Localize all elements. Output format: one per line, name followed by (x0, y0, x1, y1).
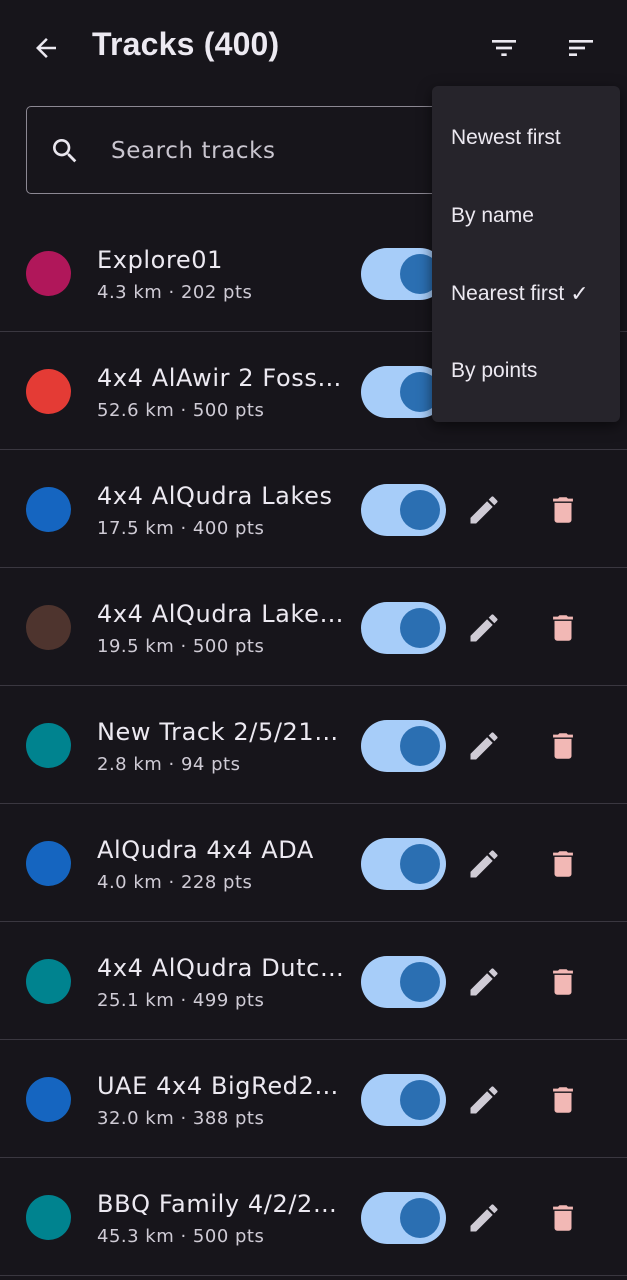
track-color-dot (26, 1077, 71, 1122)
filter-button[interactable] (484, 30, 524, 66)
track-row[interactable]: UAE 4x4 BigRed2… 32.0 km · 388 pts (0, 1040, 627, 1158)
track-name: 4x4 AlQudra Dutc… (97, 954, 342, 982)
track-row[interactable]: BBQ Family 4/2/2… 45.3 km · 500 pts (0, 1158, 627, 1276)
search-input[interactable] (109, 133, 433, 169)
page-title: Tracks (400) (92, 26, 280, 62)
delete-button[interactable] (546, 610, 580, 646)
check-icon: ✓ (570, 281, 589, 306)
trash-icon (553, 969, 573, 995)
edit-button[interactable] (466, 610, 502, 646)
menu-item-label: Newest first (451, 126, 561, 149)
menu-item-by-name[interactable]: By name (432, 186, 620, 246)
toggle-knob (400, 490, 440, 530)
trash-icon (553, 497, 573, 523)
delete-button[interactable] (546, 846, 580, 882)
sort-icon (569, 40, 593, 56)
track-color-dot (26, 959, 71, 1004)
visibility-toggle[interactable] (361, 602, 446, 654)
trash-icon (553, 1087, 573, 1113)
delete-button[interactable] (546, 1200, 580, 1236)
track-color-dot (26, 369, 71, 414)
track-name: 4x4 AlQudra Lake… (97, 600, 342, 628)
track-name: UAE 4x4 BigRed2… (97, 1072, 339, 1100)
trash-icon (553, 615, 573, 641)
delete-button[interactable] (546, 964, 580, 1000)
track-meta: 32.0 km · 388 pts (97, 1108, 265, 1129)
search-icon (53, 139, 77, 163)
track-row[interactable]: AlQudra 4x4 ADA 4.0 km · 228 pts (0, 804, 627, 922)
track-row[interactable]: 4x4 AlQudra Lakes 17.5 km · 400 pts (0, 450, 627, 568)
pencil-icon (470, 1204, 498, 1232)
pencil-icon (470, 1086, 498, 1114)
track-name: 4x4 AlAwir 2 Foss… (97, 364, 342, 392)
toggle-knob (400, 844, 440, 884)
delete-button[interactable] (546, 492, 580, 528)
track-name: Explore01 (97, 246, 223, 274)
back-button[interactable] (26, 28, 66, 68)
trash-icon (553, 733, 573, 759)
toggle-knob (400, 726, 440, 766)
track-meta: 4.0 km · 228 pts (97, 872, 253, 893)
visibility-toggle[interactable] (361, 720, 446, 772)
track-meta: 52.6 km · 500 pts (97, 400, 265, 421)
sort-menu: Newest first By name Nearest first ✓ By … (432, 86, 620, 422)
track-row[interactable]: New Track 2/5/21… 2.8 km · 94 pts (0, 686, 627, 804)
track-color-dot (26, 487, 71, 532)
track-color-dot (26, 841, 71, 886)
sort-button[interactable] (561, 30, 601, 66)
track-name: New Track 2/5/21… (97, 718, 339, 746)
track-name: 4x4 AlQudra Lakes (97, 482, 333, 510)
menu-item-by-points[interactable]: By points (432, 341, 620, 401)
visibility-toggle[interactable] (361, 1192, 446, 1244)
track-color-dot (26, 723, 71, 768)
menu-item-label: By points (451, 359, 538, 382)
delete-button[interactable] (546, 728, 580, 764)
toggle-knob (400, 962, 440, 1002)
track-meta: 17.5 km · 400 pts (97, 518, 265, 539)
visibility-toggle[interactable] (361, 838, 446, 890)
pencil-icon (470, 496, 498, 524)
track-color-dot (26, 251, 71, 296)
menu-item-nearest-first[interactable]: Nearest first ✓ (432, 264, 620, 324)
toggle-knob (400, 1080, 440, 1120)
track-row[interactable]: 4x4 AlQudra Dutc… 25.1 km · 499 pts (0, 922, 627, 1040)
arrow-back-icon (36, 38, 56, 58)
edit-button[interactable] (466, 728, 502, 764)
trash-icon (553, 851, 573, 877)
trash-icon (553, 1205, 573, 1231)
track-meta: 45.3 km · 500 pts (97, 1226, 265, 1247)
menu-item-newest-first[interactable]: Newest first (432, 108, 620, 168)
edit-button[interactable] (466, 1082, 502, 1118)
track-row[interactable]: 4x4 AlQudra Lake… 19.5 km · 500 pts (0, 568, 627, 686)
track-meta: 19.5 km · 500 pts (97, 636, 265, 657)
visibility-toggle[interactable] (361, 956, 446, 1008)
toggle-knob (400, 608, 440, 648)
track-color-dot (26, 605, 71, 650)
pencil-icon (470, 850, 498, 878)
delete-button[interactable] (546, 1082, 580, 1118)
pencil-icon (470, 614, 498, 642)
track-name: AlQudra 4x4 ADA (97, 836, 314, 864)
toggle-knob (400, 1198, 440, 1238)
pencil-icon (470, 968, 498, 996)
pencil-icon (470, 732, 498, 760)
edit-button[interactable] (466, 492, 502, 528)
menu-item-label: Nearest first (451, 282, 565, 305)
app-bar: Tracks (400) (0, 0, 627, 96)
filter-icon (492, 40, 516, 56)
edit-button[interactable] (466, 964, 502, 1000)
track-name: BBQ Family 4/2/2… (97, 1190, 338, 1218)
track-meta: 2.8 km · 94 pts (97, 754, 241, 775)
track-meta: 25.1 km · 499 pts (97, 990, 265, 1011)
edit-button[interactable] (466, 846, 502, 882)
menu-item-label: By name (451, 204, 534, 227)
track-meta: 4.3 km · 202 pts (97, 282, 253, 303)
edit-button[interactable] (466, 1200, 502, 1236)
visibility-toggle[interactable] (361, 484, 446, 536)
visibility-toggle[interactable] (361, 1074, 446, 1126)
track-color-dot (26, 1195, 71, 1240)
